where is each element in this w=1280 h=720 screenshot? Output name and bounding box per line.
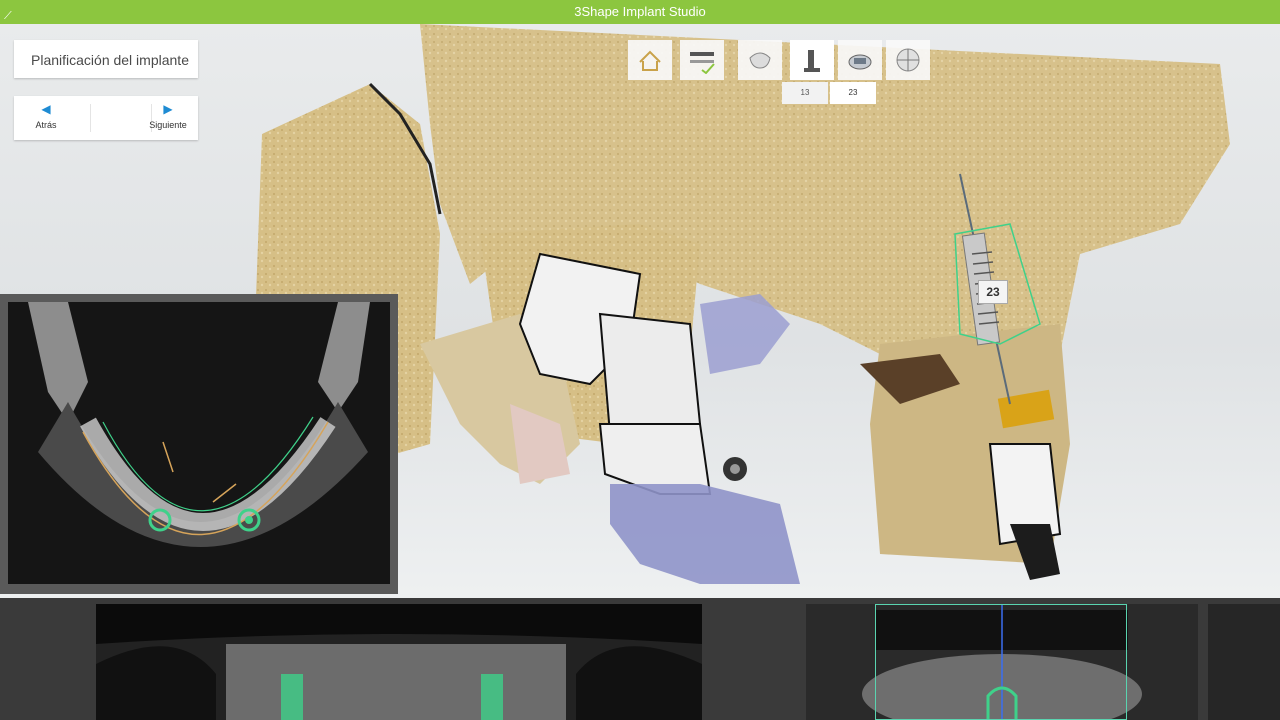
scan-icon [848, 54, 872, 70]
jaw-icon [749, 52, 771, 69]
back-button[interactable]: ◀ Atrás [16, 102, 76, 136]
home-button[interactable] [628, 40, 672, 80]
workflow-step-title: Planificación del implante [14, 40, 198, 78]
tooth-tab-23[interactable]: 23 [830, 82, 876, 104]
tooth-tab-13[interactable]: 13 [782, 82, 828, 104]
divider [90, 104, 91, 132]
panoramic-image [96, 604, 702, 720]
back-label: Atrás [35, 120, 57, 130]
axial-slice-image [8, 302, 390, 584]
home-icon [639, 50, 661, 71]
window-title: 3Shape Implant Studio [574, 4, 706, 19]
arrow-right-icon: ▶ [163, 102, 173, 116]
implant-view-button[interactable] [790, 40, 834, 80]
axial-ct-view[interactable] [8, 302, 390, 584]
next-button[interactable]: ▶ Siguiente [138, 102, 198, 136]
panoramic-view[interactable] [96, 604, 702, 720]
arrow-left-icon: ◀ [41, 102, 51, 116]
step-title-text: Planificación del implante [31, 52, 189, 68]
jaw-view-button[interactable] [738, 40, 782, 80]
sphere-icon [896, 48, 920, 72]
cross-section-view-secondary[interactable] [1208, 604, 1280, 720]
tooth-tabs: 13 23 [782, 82, 878, 104]
implant-icon [804, 50, 820, 72]
view-toolbar [628, 40, 978, 80]
checklist-button[interactable] [680, 40, 724, 80]
selected-slice-frame [875, 604, 1127, 720]
checklist-icon [690, 52, 715, 74]
sphere-view-button[interactable] [886, 40, 930, 80]
title-bar: ⟋ 3Shape Implant Studio [0, 0, 1280, 24]
axial-ct-panel[interactable] [0, 294, 398, 594]
implant-tooth-label[interactable]: 23 [978, 280, 1008, 304]
scan-view-button[interactable] [838, 40, 882, 80]
navigation-bar: ◀ Atrás ▶ Siguiente [14, 96, 198, 140]
next-label: Siguiente [149, 120, 187, 130]
